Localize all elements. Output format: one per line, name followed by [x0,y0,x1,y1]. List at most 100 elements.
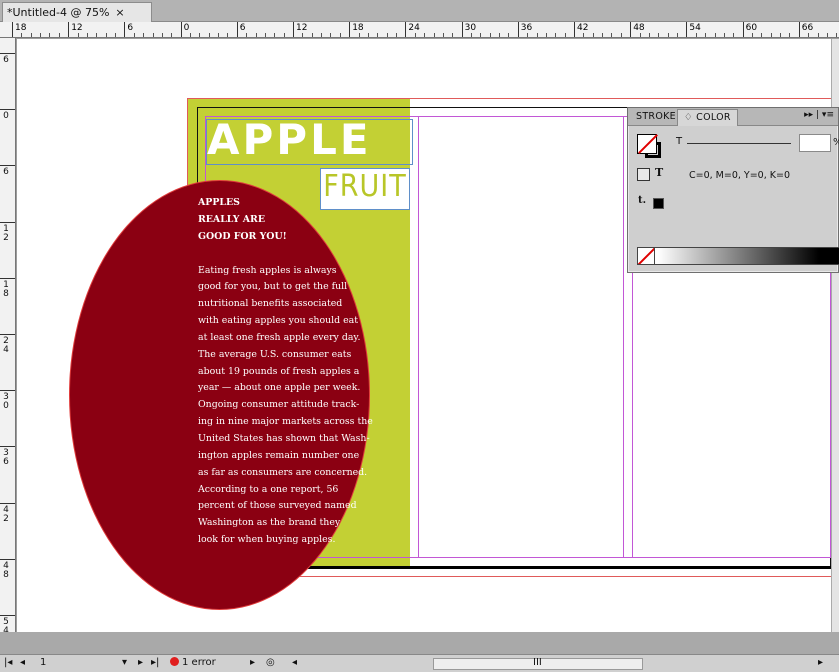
color-ramp[interactable] [637,247,839,265]
ruler-minor-tick [396,33,398,37]
ruler-label: 12 [3,223,9,243]
ruler-major-tick [0,446,15,448]
ruler-minor-tick [611,33,613,37]
black-swatch[interactable] [653,198,664,209]
ruler-label: 36 [520,23,533,33]
ruler-label: 42 [3,504,9,524]
ruler-label: 12 [71,23,83,33]
close-tab-icon[interactable]: × [115,6,124,19]
ruler-major-tick [349,22,351,37]
ruler-minor-tick [330,33,332,37]
ruler-minor-tick [302,33,304,37]
ruler-minor-tick [620,33,622,37]
scroll-left-icon[interactable]: ◂ [292,657,297,668]
ruler-minor-tick [218,33,220,37]
scroll-right-icon[interactable]: ▸ [818,657,823,668]
vertical-ruler[interactable]: 6 0 6 12 18 24 30 36 42 48 54 [0,38,16,632]
ruler-minor-tick [677,33,679,37]
ruler-minor-tick [246,33,248,37]
tint-slider[interactable] [687,143,791,144]
last-page-icon[interactable]: ▸| [151,657,159,668]
ruler-minor-tick [152,33,154,37]
ruler-minor-tick [161,33,163,37]
ruler-label: 42 [577,23,589,33]
tab-color[interactable]: ♢ COLOR [677,109,738,126]
ruler-minor-tick [723,33,725,37]
none-swatch-icon[interactable] [637,247,655,265]
ruler-minor-tick [171,33,173,37]
body-line: nutritional benefits associated [198,298,343,310]
ruler-minor-tick [536,33,538,37]
prev-page-icon[interactable]: ◂ [20,657,25,668]
page-number-field[interactable]: 1 [40,657,46,668]
preflight-status[interactable]: 1 error [170,657,216,668]
ruler-minor-tick [751,33,753,37]
ruler-minor-tick [583,33,585,37]
preflight-error-text: 1 error [182,657,216,668]
fill-swatch-icon[interactable] [637,134,657,154]
body-heading-line: REALLY ARE [198,213,265,225]
ruler-minor-tick [648,33,650,37]
ruler-minor-tick [283,33,285,37]
ruler-major-tick [405,22,407,37]
ruler-major-tick [517,22,519,37]
ruler-label: 0 [3,111,9,122]
body-line: percent of those surveyed named [198,500,357,512]
body-line: ing in nine major markets across the [198,416,373,428]
horizontal-ruler[interactable]: 18 12 6 0 6 12 18 24 30 36 42 48 54 60 66 [0,22,839,38]
ruler-minor-tick [311,33,313,37]
last-color-label: t. [638,195,647,206]
ruler-minor-tick [30,33,32,37]
ruler-major-tick [686,22,688,37]
ruler-minor-tick [555,33,557,37]
next-page-icon[interactable]: ▸ [138,657,143,668]
ruler-minor-tick [49,33,51,37]
formatting-container-icon[interactable] [637,168,650,181]
ruler-minor-tick [780,33,782,37]
ruler-major-tick [124,22,126,37]
body-line: ington apples remain number one [198,449,360,461]
ruler-label: 18 [3,279,9,299]
color-values: C=0, M=0, Y=0, K=0 [689,170,790,181]
ruler-label: 36 [3,448,9,468]
ruler-minor-tick [414,33,416,37]
ruler-minor-tick [602,33,604,37]
ruler-minor-tick [592,33,594,37]
ruler-minor-tick [339,33,341,37]
body-line: Eating fresh apples is always [198,264,337,276]
tint-input[interactable] [799,134,831,152]
page-dropdown-icon[interactable]: ▾ [122,657,127,668]
open-file-icon[interactable]: ◎ [266,657,275,668]
ruler-minor-tick [255,33,257,37]
ruler-label: 30 [464,23,477,33]
body-line: as far as consumers are concerned. [198,466,368,478]
ruler-minor-tick [639,33,641,37]
ruler-label: 24 [408,23,420,33]
body-line: United States has shown that Wash- [198,432,370,444]
ruler-minor-tick [143,33,145,37]
panel-tab-bar: STROKE ♢ COLOR ▸▸ | ▾≡ [628,108,838,126]
ruler-major-tick [574,22,575,37]
preflight-menu-icon[interactable]: ▸ [250,657,255,668]
ruler-minor-tick [208,33,210,37]
ruler-major-tick [0,615,15,616]
status-bar: |◂ ◂ 1 ▾ ▸ ▸| 1 error ▸ ◎ ◂ III ▸ [0,654,839,672]
panel-menu-icon[interactable]: ▸▸ | ▾≡ [804,110,834,120]
ruler-minor-tick [227,33,229,37]
ruler-major-tick [0,277,15,279]
ruler-major-tick [180,22,182,37]
ruler-label: 18 [352,23,364,33]
ruler-label: 60 [745,23,758,33]
tab-stroke[interactable]: STROKE [630,109,682,126]
ruler-label: 6 [3,167,9,178]
body-text-frame[interactable]: APPLES REALLY ARE GOOD FOR YOU! Eating f… [198,195,378,549]
ruler-major-tick [798,22,800,37]
formatting-text-icon[interactable]: T [655,166,663,179]
document-tab[interactable]: *Untitled-4 @ 75% × [2,2,152,22]
ruler-minor-tick [40,33,42,37]
body-line: According to a one report, 56 [198,483,339,495]
first-page-icon[interactable]: |◂ [4,657,12,668]
ruler-minor-tick [21,33,23,37]
ruler-major-tick [0,53,15,54]
ruler-minor-tick [433,33,435,37]
